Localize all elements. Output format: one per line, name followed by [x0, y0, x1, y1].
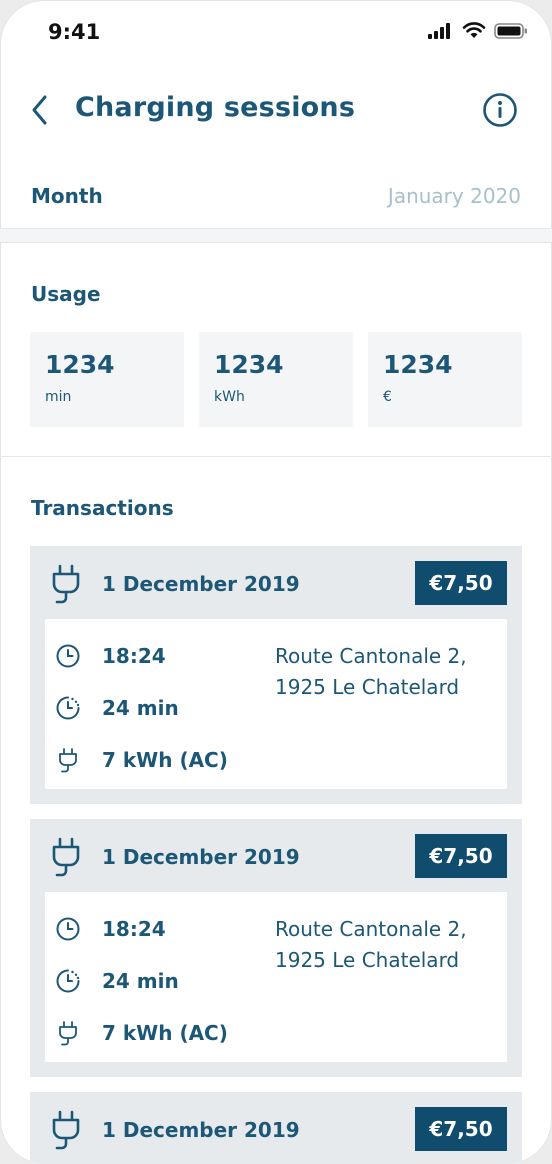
- status-icons: [428, 22, 528, 39]
- phone-screen: 9:41 Charging sessions Month January 202…: [0, 0, 552, 1164]
- start-time-row: 18:24: [55, 914, 166, 944]
- status-time: 9:41: [48, 20, 101, 44]
- transaction-details: 18:24 24 min 7 kWh (AC) Route Cantonale …: [45, 892, 507, 1062]
- usage-unit: kWh: [214, 389, 245, 405]
- clock-icon: [56, 917, 80, 941]
- divider: [0, 242, 552, 243]
- duration: 24 min: [102, 969, 179, 993]
- duration-row: 24 min: [55, 966, 179, 996]
- month-selector[interactable]: Month January 2020: [0, 166, 552, 226]
- transaction-details: 18:24 24 min 7 kWh (AC) Route Cantonale …: [45, 619, 507, 789]
- usage-unit: min: [45, 389, 72, 405]
- price-badge: €7,50: [415, 561, 507, 605]
- transaction-header: 1 December 2019 €7,50: [30, 546, 522, 618]
- address-line-2: 1925 Le Chatelard: [275, 948, 460, 972]
- month-value: January 2020: [387, 184, 521, 208]
- energy: 7 kWh (AC): [102, 1021, 228, 1045]
- transaction-header: 1 December 2019 €7,50: [30, 1092, 522, 1164]
- station-address: Route Cantonale 2, 1925 Le Chatelard: [275, 914, 495, 976]
- info-icon: [483, 93, 517, 127]
- section-gap: [0, 229, 552, 242]
- chevron-left-icon: [32, 95, 47, 125]
- usage-value: 1234: [45, 350, 115, 379]
- energy-row: 7 kWh (AC): [55, 745, 228, 775]
- transaction-card[interactable]: 1 December 2019 €7,50 18:24 24 min 7 kWh…: [30, 819, 522, 1077]
- usage-card-energy: 1234 kWh: [199, 332, 353, 427]
- plug-icon: [52, 1110, 80, 1150]
- usage-card-minutes: 1234 min: [30, 332, 184, 427]
- address-line-2: 1925 Le Chatelard: [275, 675, 460, 699]
- info-button[interactable]: [482, 92, 518, 128]
- usage-card-cost: 1234 €: [368, 332, 522, 427]
- price-badge: €7,50: [415, 834, 507, 878]
- energy: 7 kWh (AC): [102, 748, 228, 772]
- usage-heading: Usage: [31, 282, 101, 306]
- signal-icon: [428, 22, 450, 39]
- wifi-icon: [462, 22, 486, 38]
- duration: 24 min: [102, 696, 179, 720]
- plug-icon: [52, 564, 80, 604]
- page-title: Charging sessions: [75, 92, 356, 123]
- duration-row: 24 min: [55, 693, 179, 723]
- transactions-heading: Transactions: [31, 496, 174, 520]
- start-time: 18:24: [102, 917, 166, 941]
- timer-icon: [56, 969, 80, 993]
- address-line-1: Route Cantonale 2,: [275, 917, 467, 941]
- station-address: Route Cantonale 2, 1925 Le Chatelard: [275, 641, 495, 703]
- month-label: Month: [31, 184, 103, 208]
- back-button[interactable]: [22, 90, 58, 130]
- price-badge: €7,50: [415, 1107, 507, 1151]
- transaction-header: 1 December 2019 €7,50: [30, 819, 522, 891]
- usage-value: 1234: [383, 350, 453, 379]
- usage-value: 1234: [214, 350, 284, 379]
- usage-unit: €: [383, 389, 392, 405]
- address-line-1: Route Cantonale 2,: [275, 644, 467, 668]
- transaction-date: 1 December 2019: [102, 1118, 300, 1142]
- energy-row: 7 kWh (AC): [55, 1018, 228, 1048]
- plug-icon: [59, 1021, 77, 1046]
- start-time-row: 18:24: [55, 641, 166, 671]
- status-bar: 9:41: [0, 0, 552, 66]
- clock-icon: [56, 644, 80, 668]
- nav-header: Charging sessions: [0, 76, 552, 146]
- transaction-date: 1 December 2019: [102, 845, 300, 869]
- timer-icon: [56, 696, 80, 720]
- start-time: 18:24: [102, 644, 166, 668]
- transaction-card[interactable]: 1 December 2019 €7,50 18:24 24 min 7 kWh…: [30, 546, 522, 804]
- battery-icon: [494, 22, 527, 39]
- plug-icon: [59, 748, 77, 773]
- plug-icon: [52, 837, 80, 877]
- transaction-date: 1 December 2019: [102, 572, 300, 596]
- divider: [0, 456, 552, 457]
- transaction-card[interactable]: 1 December 2019 €7,50: [30, 1092, 522, 1164]
- usage-cards: 1234 min 1234 kWh 1234 €: [30, 332, 522, 427]
